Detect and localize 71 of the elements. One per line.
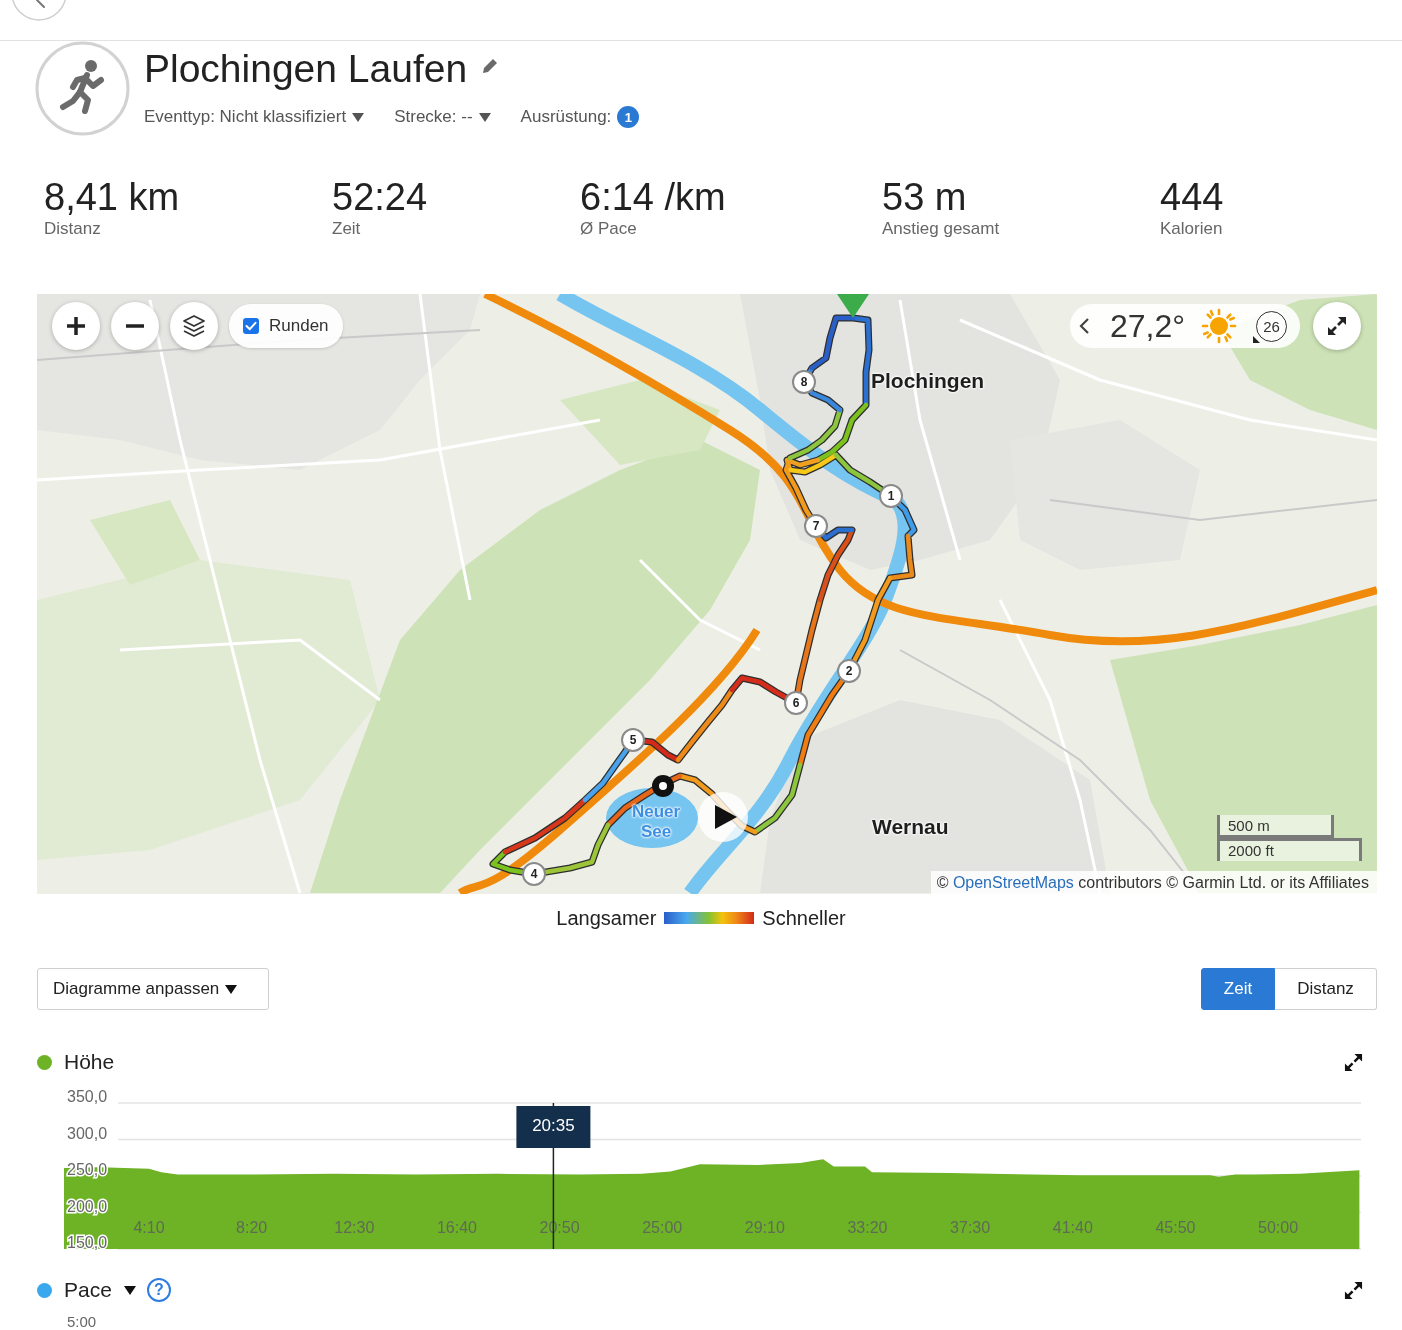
wind-arrow-icon bbox=[1253, 333, 1263, 343]
activity-title: Plochingen Laufen bbox=[144, 46, 468, 92]
place-label: Neuer See bbox=[630, 802, 682, 842]
stat-value: 8,41 km bbox=[44, 175, 181, 219]
map-attribution: © OpenStreetMaps contributors © Garmin Ltd. or its Affiliates bbox=[930, 871, 1377, 894]
chevron-left-icon[interactable] bbox=[1078, 317, 1090, 335]
x-axis-label: 45:50 bbox=[1155, 1219, 1196, 1237]
x-axis-label: 50:00 bbox=[1258, 1219, 1299, 1237]
y-axis-label: 200,0 bbox=[67, 1197, 108, 1215]
axis-mode-tab[interactable]: Distanz bbox=[1275, 968, 1377, 1010]
x-axis-label: 37:30 bbox=[950, 1219, 991, 1237]
checkbox[interactable] bbox=[243, 318, 259, 334]
expand-icon bbox=[1327, 316, 1347, 336]
customize-charts-dropdown[interactable]: Diagramme anpassen bbox=[37, 968, 269, 1010]
legend-label: Schneller bbox=[762, 906, 846, 930]
minus-icon bbox=[126, 324, 144, 328]
stat-value: 444 bbox=[1160, 175, 1225, 219]
stat-label: Ø Pace bbox=[580, 219, 638, 239]
stat-label: Zeit bbox=[332, 219, 362, 239]
caret-icon bbox=[225, 984, 238, 994]
expand-icon[interactable] bbox=[1344, 1052, 1363, 1072]
x-axis-label: 8:20 bbox=[236, 1219, 268, 1237]
layers-icon bbox=[182, 314, 206, 338]
x-axis-label: 41:40 bbox=[1052, 1219, 1093, 1237]
chart-title: Höhe bbox=[64, 1050, 115, 1074]
x-axis-label: 25:00 bbox=[642, 1219, 683, 1237]
runner-icon bbox=[35, 41, 130, 136]
stat-value: 53 m bbox=[882, 175, 968, 219]
y-axis-label: 5:00 bbox=[67, 1314, 98, 1330]
chart-title: Pace bbox=[64, 1278, 112, 1302]
y-axis-label: 300,0 bbox=[67, 1124, 108, 1142]
pencil-icon[interactable] bbox=[481, 57, 500, 75]
x-axis-label: 16:40 bbox=[436, 1219, 477, 1237]
stat-value: 6:14 /km bbox=[580, 175, 727, 219]
stat-label: Anstieg gesamt bbox=[882, 219, 1001, 239]
equipment-count[interactable]: 1 bbox=[617, 106, 640, 128]
caret-icon[interactable] bbox=[123, 1285, 136, 1295]
filter-dropdown[interactable]: Eventtyp: Nicht klassifiziert bbox=[144, 107, 365, 127]
equipment-label: Ausrüstung: bbox=[520, 107, 612, 127]
position-marker-icon bbox=[652, 775, 674, 797]
help-button[interactable]: ? bbox=[146, 1278, 171, 1302]
x-axis-label: 29:10 bbox=[744, 1219, 785, 1237]
scale-bar: 2000 ft bbox=[1217, 838, 1362, 861]
stat-label: Distanz bbox=[44, 219, 102, 239]
plus-icon bbox=[67, 317, 85, 335]
wind-speed: 26 bbox=[1256, 310, 1288, 342]
stat-value: 52:24 bbox=[332, 175, 429, 219]
caret-icon bbox=[478, 112, 491, 122]
legend-label: Langsamer bbox=[556, 906, 657, 930]
x-axis-label: 4:10 bbox=[133, 1219, 165, 1237]
stat-label: Kalorien bbox=[1160, 219, 1224, 239]
place-label: Plochingen bbox=[871, 369, 985, 393]
axis-mode-tab[interactable]: Zeit bbox=[1201, 968, 1275, 1010]
filter-dropdown[interactable]: Strecke: -- bbox=[394, 107, 491, 127]
x-axis-label: 12:30 bbox=[334, 1219, 375, 1237]
openstreetmaps-link[interactable]: OpenStreetMaps bbox=[952, 874, 1074, 891]
caret-icon bbox=[352, 112, 365, 122]
expand-icon[interactable] bbox=[1344, 1280, 1363, 1300]
speed-scale-icon bbox=[664, 912, 755, 924]
temperature-text: 27,2° bbox=[1110, 307, 1186, 345]
scale-bar: 500 m bbox=[1217, 815, 1334, 838]
sun-icon bbox=[1201, 308, 1238, 344]
y-axis-label: 150,0 bbox=[67, 1234, 108, 1252]
start-marker-icon bbox=[837, 294, 869, 318]
y-axis-label: 350,0 bbox=[67, 1090, 108, 1106]
x-axis-label: 33:20 bbox=[847, 1219, 888, 1237]
chevron-left-icon bbox=[36, 0, 45, 8]
tooltip: 20:35 bbox=[516, 1106, 591, 1148]
laps-toggle[interactable]: Runden bbox=[229, 304, 343, 348]
place-label: Wernau bbox=[872, 815, 949, 839]
play-icon bbox=[714, 805, 737, 829]
